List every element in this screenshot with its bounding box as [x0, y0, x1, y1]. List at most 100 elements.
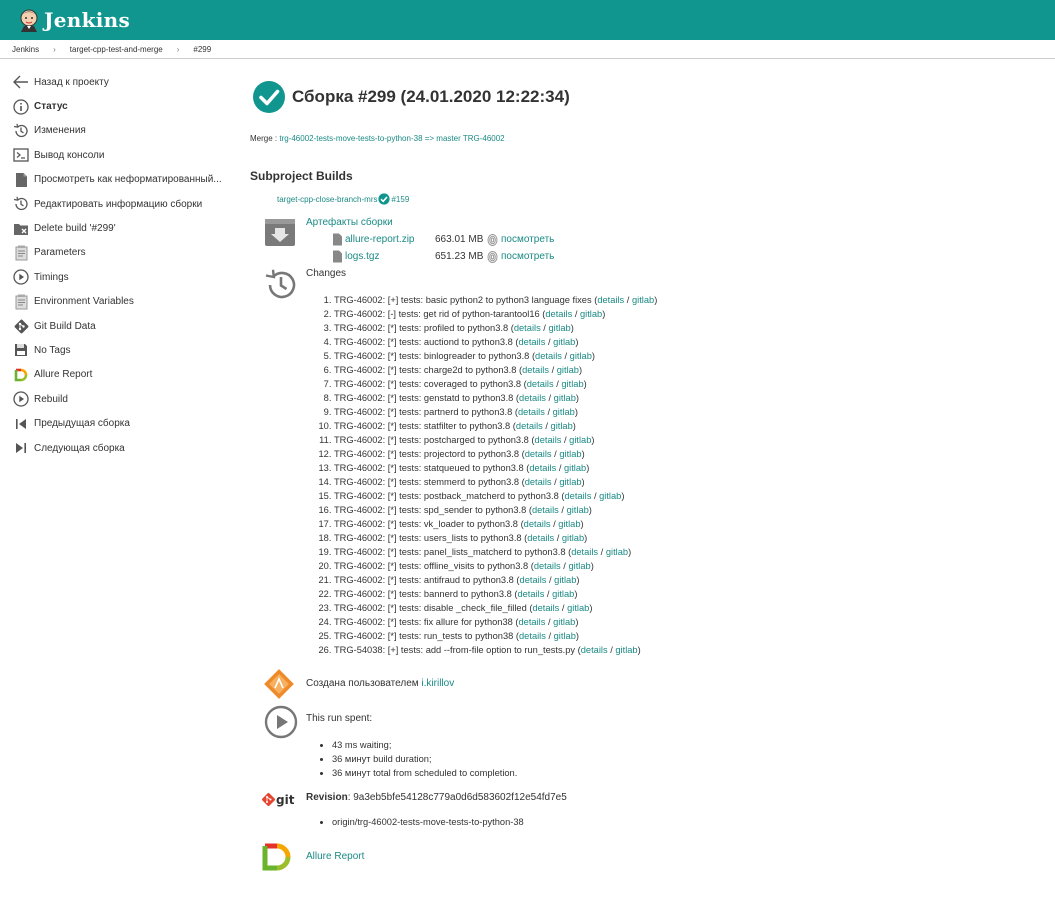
change-gitlab-link[interactable]: gitlab: [548, 323, 570, 333]
fingerprint-icon[interactable]: [487, 250, 498, 263]
sidebar-item-git-build-data[interactable]: Git Build Data: [0, 314, 240, 338]
change-gitlab-link[interactable]: gitlab: [553, 617, 575, 627]
change-item: TRG-46002: [*] tests: auctiond to python…: [334, 335, 657, 349]
change-details-link[interactable]: details: [517, 589, 544, 599]
change-gitlab-link[interactable]: gitlab: [554, 631, 576, 641]
change-details-link[interactable]: details: [519, 337, 546, 347]
change-details-link[interactable]: details: [524, 519, 551, 529]
change-details-link[interactable]: details: [527, 379, 554, 389]
sidebar-item-environment-variables[interactable]: Environment Variables: [0, 290, 240, 314]
change-gitlab-link[interactable]: gitlab: [558, 519, 580, 529]
artifact-view-link[interactable]: посмотреть: [501, 234, 554, 245]
change-gitlab-link[interactable]: gitlab: [568, 561, 590, 571]
artifact-file-link[interactable]: allure-report.zip: [345, 234, 435, 245]
change-gitlab-link[interactable]: gitlab: [554, 393, 576, 403]
artifact-size: 663.01 MB: [435, 234, 484, 245]
change-details-link[interactable]: details: [545, 309, 572, 319]
change-details-link[interactable]: details: [525, 449, 552, 459]
change-details-link[interactable]: details: [519, 393, 546, 403]
git-icon: [12, 317, 30, 335]
sidebar-item-rebuild[interactable]: Rebuild: [0, 387, 240, 411]
change-details-link[interactable]: details: [514, 323, 541, 333]
change-details-link[interactable]: details: [535, 435, 562, 445]
change-gitlab-link[interactable]: gitlab: [570, 351, 592, 361]
change-details-link[interactable]: details: [571, 547, 598, 557]
change-gitlab-link[interactable]: gitlab: [554, 575, 576, 585]
change-details-link[interactable]: details: [527, 533, 554, 543]
sidebar-item-delete-build[interactable]: Delete build '#299': [0, 216, 240, 240]
fingerprint-icon[interactable]: [487, 233, 498, 246]
change-gitlab-link[interactable]: gitlab: [562, 533, 584, 543]
change-gitlab-link[interactable]: gitlab: [632, 295, 654, 305]
subproject-build-link[interactable]: #159: [391, 195, 409, 204]
notepad-icon: [12, 244, 30, 262]
document-icon: [12, 171, 30, 189]
sidebar-item-next-build[interactable]: Следующая сборка: [0, 436, 240, 460]
play-icon: [12, 390, 30, 408]
change-gitlab-link[interactable]: gitlab: [567, 505, 589, 515]
sidebar-item-timings[interactable]: Timings: [0, 265, 240, 289]
jenkins-logo[interactable]: Jenkins: [18, 8, 130, 32]
breadcrumb-build[interactable]: #299: [193, 45, 211, 54]
sidebar-item-allure-report[interactable]: Allure Report: [0, 363, 240, 387]
change-gitlab-link[interactable]: gitlab: [615, 645, 637, 655]
change-details-link[interactable]: details: [535, 351, 562, 361]
sidebar-item-console-output[interactable]: Вывод консоли: [0, 143, 240, 167]
sidebar-item-status[interactable]: Статус: [0, 94, 240, 118]
change-details-link[interactable]: details: [522, 365, 549, 375]
allure-report-link[interactable]: Allure Report: [306, 851, 364, 862]
merge-request-link[interactable]: trg-46002-tests-move-tests-to-python-38 …: [279, 134, 504, 143]
sidebar-item-edit-build-info[interactable]: Редактировать информацию сборки: [0, 192, 240, 216]
sidebar-item-previous-build[interactable]: Предыдущая сборка: [0, 411, 240, 435]
change-gitlab-link[interactable]: gitlab: [553, 407, 575, 417]
change-item: TRG-46002: [*] tests: partnerd to python…: [334, 405, 657, 419]
change-details-link[interactable]: details: [532, 505, 559, 515]
change-gitlab-link[interactable]: gitlab: [552, 589, 574, 599]
sidebar-item-no-tags[interactable]: No Tags: [0, 338, 240, 362]
sidebar-item-changes[interactable]: Изменения: [0, 119, 240, 143]
artifacts-link[interactable]: Артефакты сборки: [306, 217, 393, 228]
change-item: TRG-46002: [*] tests: statqueued to pyth…: [334, 461, 657, 475]
change-gitlab-link[interactable]: gitlab: [567, 603, 589, 613]
breadcrumb-job[interactable]: target-cpp-test-and-merge: [70, 45, 163, 54]
artifact-view-link[interactable]: посмотреть: [501, 251, 554, 262]
sidebar-item-view-raw[interactable]: Просмотреть как неформатированный...: [0, 168, 240, 192]
change-details-link[interactable]: details: [532, 603, 559, 613]
change-gitlab-link[interactable]: gitlab: [559, 449, 581, 459]
page-title: Сборка #299 (24.01.2020 12:22:34): [292, 87, 570, 106]
change-details-link[interactable]: details: [518, 617, 545, 627]
change-gitlab-link[interactable]: gitlab: [559, 477, 581, 487]
change-details-link[interactable]: details: [516, 421, 543, 431]
sidebar-item-parameters[interactable]: Parameters: [0, 241, 240, 265]
change-gitlab-link[interactable]: gitlab: [561, 379, 583, 389]
merge-label: Merge :: [250, 134, 280, 143]
change-gitlab-link[interactable]: gitlab: [569, 435, 591, 445]
revision-hash: : 9a3eb5bfe54128c779a0d6d583602f12e54fd7…: [347, 792, 567, 803]
change-details-link[interactable]: details: [581, 645, 608, 655]
change-gitlab-link[interactable]: gitlab: [551, 421, 573, 431]
subproject-job-link[interactable]: target-cpp-close-branch-mrs: [277, 195, 377, 204]
breadcrumb-jenkins[interactable]: Jenkins: [12, 45, 39, 54]
change-details-link[interactable]: details: [525, 477, 552, 487]
change-gitlab-link[interactable]: gitlab: [557, 365, 579, 375]
file-icon: [333, 233, 342, 246]
sidebar-item-back-to-project[interactable]: Назад к проекту: [0, 70, 240, 94]
change-gitlab-link[interactable]: gitlab: [553, 337, 575, 347]
top-header: Jenkins: [0, 0, 1055, 40]
change-details-link[interactable]: details: [534, 561, 561, 571]
change-details-link[interactable]: details: [564, 491, 591, 501]
change-gitlab-link[interactable]: gitlab: [564, 463, 586, 473]
change-gitlab-link[interactable]: gitlab: [599, 491, 621, 501]
change-details-link[interactable]: details: [518, 407, 545, 417]
change-details-link[interactable]: details: [597, 295, 624, 305]
user-link[interactable]: i.kirillov: [421, 678, 454, 689]
change-gitlab-link[interactable]: gitlab: [606, 547, 628, 557]
change-details-link[interactable]: details: [520, 575, 547, 585]
artifact-file-link[interactable]: logs.tgz: [345, 251, 435, 262]
change-gitlab-link[interactable]: gitlab: [580, 309, 602, 319]
change-details-link[interactable]: details: [519, 631, 546, 641]
play-icon: [264, 705, 298, 739]
change-item: TRG-46002: [*] tests: coveraged to pytho…: [334, 377, 657, 391]
change-message: TRG-46002: [*] tests: coveraged to pytho…: [334, 379, 522, 389]
change-details-link[interactable]: details: [529, 463, 556, 473]
